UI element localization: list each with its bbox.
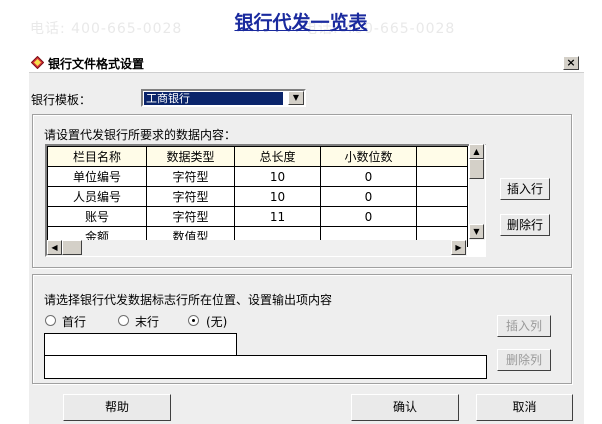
bank-template-select[interactable]: 工商银行 ▼	[141, 89, 306, 107]
table-cell[interactable]: 10	[234, 186, 321, 207]
column-header: 数据类型	[146, 146, 235, 167]
output-items-grid[interactable]	[44, 333, 237, 356]
diamond-icon	[31, 56, 44, 69]
scroll-thumb[interactable]	[469, 159, 484, 179]
column-header: 小数位数	[320, 146, 417, 167]
table-row[interactable]: 单位编号 字符型 10 0	[47, 166, 468, 187]
flag-prompt: 请选择银行代发数据标志行所在位置、设置输出项内容	[44, 293, 333, 307]
table-row[interactable]: 账号 字符型 11 0	[47, 206, 468, 227]
radio-last-row[interactable]	[118, 315, 129, 326]
bank-template-label: 银行模板：	[31, 93, 92, 107]
insert-column-button[interactable]: 插入列	[497, 315, 551, 337]
scroll-up-icon[interactable]: ▲	[469, 144, 484, 159]
scroll-right-icon[interactable]: ▶	[451, 240, 466, 255]
table-cell[interactable]: 0	[320, 166, 417, 187]
table-cell[interactable]	[416, 206, 468, 227]
table-cell[interactable]: 字符型	[146, 206, 235, 227]
help-button[interactable]: 帮助	[63, 394, 171, 421]
table-cell[interactable]: 人员编号	[47, 186, 147, 207]
table-row[interactable]: 人员编号 字符型 10 0	[47, 186, 468, 207]
dialog-title: 银行文件格式设置	[48, 57, 145, 71]
close-button[interactable]: ×	[563, 56, 579, 70]
horizontal-scrollbar[interactable]: ◀ ▶	[47, 240, 467, 256]
delete-column-button[interactable]: 删除列	[497, 349, 551, 371]
scroll-down-icon[interactable]: ▼	[469, 224, 484, 239]
scroll-left-icon[interactable]: ◀	[47, 240, 62, 255]
radio-last-row-label: 末行	[135, 315, 160, 329]
dialog-titlebar: 银行文件格式设置 ×	[29, 54, 584, 73]
bank-file-format-dialog: 银行文件格式设置 × 银行模板： 工商银行 ▼ 请设置代发银行所要求的数据内容：…	[28, 53, 584, 424]
table-cell[interactable]	[416, 166, 468, 187]
radio-none-label: (无)	[206, 315, 228, 329]
table-cell[interactable]: 11	[234, 206, 321, 227]
radio-first-row[interactable]	[45, 315, 56, 326]
insert-row-button[interactable]: 插入行	[500, 178, 550, 200]
table-cell[interactable]: 单位编号	[47, 166, 147, 187]
table-cell[interactable]: 字符型	[146, 166, 235, 187]
bank-template-value: 工商银行	[144, 92, 283, 105]
radio-first-row-label: 首行	[62, 315, 87, 329]
vertical-scrollbar[interactable]: ▲ ▼	[469, 144, 485, 240]
table-cell[interactable]	[416, 186, 468, 207]
delete-row-button[interactable]: 删除行	[500, 214, 550, 236]
table-cell[interactable]: 0	[320, 186, 417, 207]
table-cell[interactable]: 账号	[47, 206, 147, 227]
page-title: 银行代发一览表	[234, 12, 368, 34]
radio-none[interactable]	[188, 315, 199, 326]
table-cell[interactable]: 10	[234, 166, 321, 187]
ok-button[interactable]: 确认	[351, 394, 459, 421]
table-header-row: 栏目名称 数据类型 总长度 小数位数	[47, 146, 468, 167]
scroll-thumb[interactable]	[62, 240, 82, 255]
column-header	[416, 146, 468, 167]
chevron-down-icon[interactable]: ▼	[288, 91, 304, 105]
column-header: 总长度	[234, 146, 321, 167]
fields-prompt: 请设置代发银行所要求的数据内容：	[44, 128, 237, 142]
table-cell[interactable]: 字符型	[146, 186, 235, 207]
cancel-button[interactable]: 取消	[476, 394, 573, 421]
output-items-area[interactable]	[44, 355, 487, 379]
table-cell[interactable]: 0	[320, 206, 417, 227]
column-header: 栏目名称	[47, 146, 147, 167]
